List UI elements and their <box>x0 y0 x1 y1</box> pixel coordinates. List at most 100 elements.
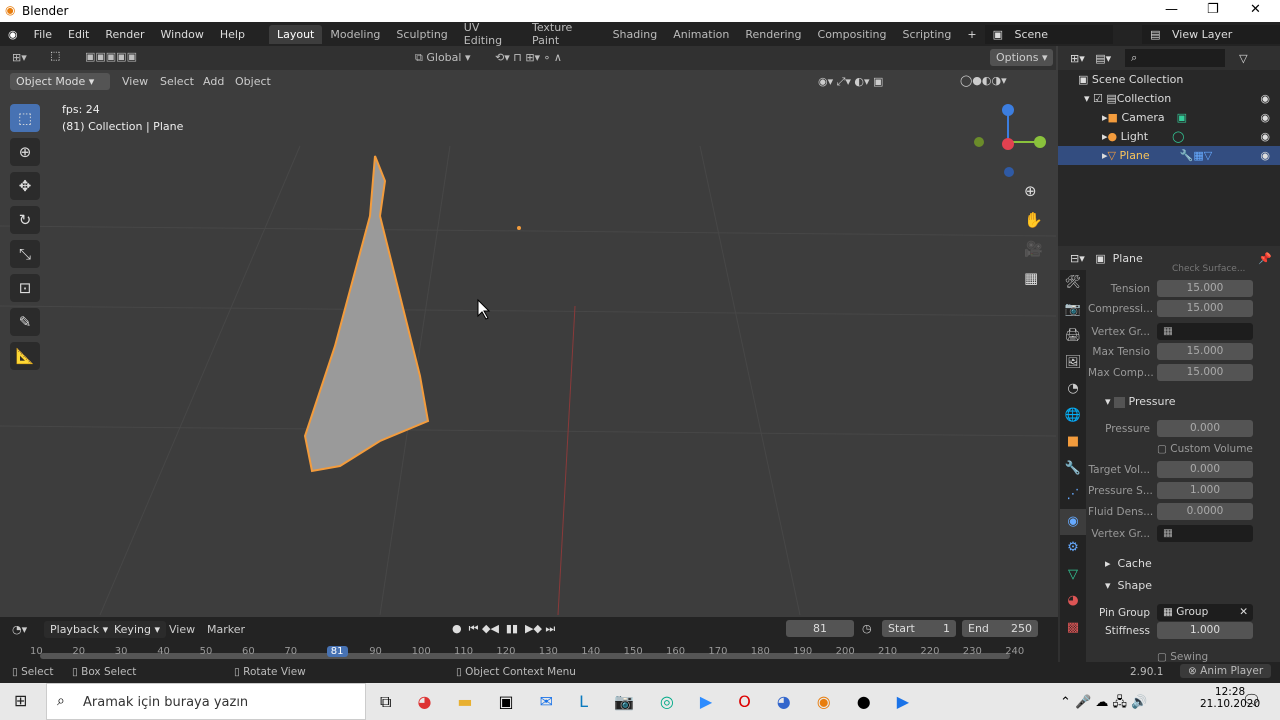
custom-volume-checkbox[interactable]: ▢ Custom Volume <box>1157 443 1253 455</box>
camera-view-icon[interactable]: 🎥 <box>1024 240 1043 258</box>
keying-menu[interactable]: Keying ▾ <box>108 621 166 638</box>
minimize-button[interactable]: — <box>1165 2 1178 17</box>
zoom-app-icon[interactable]: ▶ <box>700 692 712 712</box>
scene-selector[interactable]: ▣ Scene <box>984 24 1114 44</box>
rotate-icon[interactable]: ↻ <box>10 206 40 234</box>
pin-group-field[interactable]: ▦ Group ✕ <box>1157 604 1253 621</box>
tab-rendering[interactable]: Rendering <box>737 25 809 44</box>
view-layer-selector[interactable]: ▤ View Layer <box>1142 24 1280 44</box>
object-tab-icon[interactable]: ■ <box>1060 429 1086 456</box>
eye-icon[interactable]: ◉ <box>1260 92 1280 105</box>
tension-field[interactable]: 15.000 <box>1157 280 1253 297</box>
scale-icon[interactable]: ⤡ <box>10 240 40 268</box>
scene-tab-icon[interactable]: ◔ <box>1060 376 1086 403</box>
menu-file[interactable]: File <box>26 28 60 41</box>
pressure-checkbox[interactable] <box>1114 396 1126 408</box>
marker-menu[interactable]: Marker <box>207 623 245 636</box>
compression-field[interactable]: 15.000 <box>1157 300 1253 317</box>
blender-menu-icon[interactable]: ◉ <box>0 28 26 41</box>
clear-icon[interactable]: ✕ <box>1239 604 1253 621</box>
pan-hand-icon[interactable]: ✋ <box>1024 211 1043 229</box>
target-volume-field[interactable]: 0.000 <box>1157 461 1253 478</box>
tab-layout[interactable]: Layout <box>268 24 323 44</box>
anim-player-button[interactable]: ⊗ Anim Player <box>1180 664 1272 678</box>
navigation-gizmo[interactable] <box>970 100 1050 180</box>
outliner-item-collection[interactable]: ▾ ☑ ▤ Collection ◉ <box>1058 89 1280 108</box>
data-tab-icon[interactable]: ▽ <box>1060 562 1086 589</box>
vertex-group-field[interactable]: ▦ <box>1157 323 1253 340</box>
chrome-icon[interactable]: ◕ <box>417 692 431 712</box>
measure-icon[interactable]: 📐 <box>10 342 40 370</box>
start-frame-field[interactable]: Start 1 <box>882 620 956 637</box>
timeline-view-menu[interactable]: View <box>169 623 195 636</box>
physics-tab-icon[interactable]: ◉ <box>1060 508 1086 535</box>
menu-window[interactable]: Window <box>153 28 212 41</box>
selection-mode-icons[interactable]: ▣▣▣▣▣ <box>85 50 137 63</box>
edge-icon[interactable]: ◎ <box>660 692 674 712</box>
add-workspace-icon[interactable]: + <box>959 28 984 41</box>
pressure-field[interactable]: 0.000 <box>1157 420 1253 437</box>
pressure-vertex-group-field[interactable]: ▦ <box>1157 525 1253 542</box>
menu-help[interactable]: Help <box>212 28 253 41</box>
menu-select[interactable]: Select <box>160 75 194 88</box>
end-frame-field[interactable]: End 250 <box>962 620 1038 637</box>
pressure-scale-field[interactable]: 1.000 <box>1157 482 1253 499</box>
annotate-icon[interactable]: ✎ <box>10 308 40 336</box>
maximize-button[interactable]: ❐ <box>1207 2 1219 17</box>
app-icon[interactable]: ▶ <box>897 692 909 712</box>
options-dropdown[interactable]: Options ▾ <box>990 49 1054 66</box>
render-tab-icon[interactable]: 📷 <box>1060 297 1086 324</box>
tool-tab-icon[interactable]: 🛠 <box>1060 270 1086 297</box>
eye-icon[interactable]: ◉ <box>1260 111 1280 124</box>
particles-tab-icon[interactable]: ⋰ <box>1060 482 1086 509</box>
mail-icon[interactable]: ✉ <box>540 692 553 712</box>
close-button[interactable]: ✕ <box>1250 2 1261 17</box>
zoom-icon[interactable]: ⊕ <box>1024 182 1043 200</box>
eye-icon[interactable]: ◉ <box>1260 149 1280 162</box>
fluid-density-field[interactable]: 0.0000 <box>1157 503 1253 520</box>
opera-icon[interactable]: O <box>738 692 751 712</box>
tab-sculpting[interactable]: Sculpting <box>388 25 455 44</box>
shape-panel-header[interactable]: ▾ Shape <box>1105 579 1152 592</box>
taskbar-search[interactable]: ⌕ Aramak için buraya yazın <box>46 683 366 720</box>
pin-icon[interactable]: 📌 <box>1258 252 1280 265</box>
max-tension-field[interactable]: 15.000 <box>1157 343 1253 360</box>
file-explorer-icon[interactable]: ▬ <box>457 692 472 712</box>
menu-render[interactable]: Render <box>97 28 152 41</box>
playback-controls[interactable]: ● ⏮ ◆◀ ▮▮ ▶◆ ⏭ <box>452 622 555 636</box>
editor-type-icon[interactable]: ⊞▾ <box>12 51 27 64</box>
output-tab-icon[interactable]: 🖨 <box>1060 323 1086 350</box>
tab-shading[interactable]: Shading <box>605 25 666 44</box>
outliner-search[interactable]: ⌕ <box>1125 49 1226 67</box>
menu-edit[interactable]: Edit <box>60 28 97 41</box>
modifier-tab-icon[interactable]: 🔧 <box>1060 456 1086 483</box>
select-tool-icon[interactable]: ⬚ <box>50 49 60 62</box>
chrome-alt-icon[interactable]: ◕ <box>777 692 791 712</box>
outliner-item-camera[interactable]: ▸ ■ Camera ▣ ◉ <box>1058 108 1280 127</box>
max-compression-field[interactable]: 15.000 <box>1157 364 1253 381</box>
view-layer-tab-icon[interactable]: 🖼 <box>1060 350 1086 377</box>
constraints-tab-icon[interactable]: ⚙ <box>1060 535 1086 562</box>
material-tab-icon[interactable]: ◕ <box>1060 588 1086 615</box>
store-icon[interactable]: ▣ <box>499 692 514 712</box>
filter-icon[interactable]: ▽ <box>1239 52 1247 65</box>
tab-compositing[interactable]: Compositing <box>810 25 895 44</box>
task-view-icon[interactable]: ⧉ <box>380 692 391 712</box>
orientation-dropdown[interactable]: ⧉ Global ▾ <box>415 51 470 65</box>
mode-dropdown[interactable]: Object Mode ▾ <box>10 73 110 90</box>
menu-object[interactable]: Object <box>235 75 271 88</box>
transform-icon[interactable]: ⊡ <box>10 274 40 302</box>
menu-add[interactable]: Add <box>203 75 224 88</box>
timeline-editor-icon[interactable]: ◔▾ <box>12 623 27 636</box>
select-box-icon[interactable]: ⬚ <box>10 104 40 132</box>
scene-collection-row[interactable]: ▣ Scene Collection <box>1058 70 1280 89</box>
notification-icon[interactable]: 🗨 <box>1242 691 1261 709</box>
playback-menu[interactable]: Playback ▾ <box>44 621 115 638</box>
camera-icon[interactable]: 📷 <box>614 692 634 712</box>
pivot-snap-icons[interactable]: ⟲▾ ⊓ ⊞▾ ∘ ∧ <box>495 51 562 64</box>
tab-animation[interactable]: Animation <box>665 25 737 44</box>
current-frame-marker[interactable]: 81 <box>326 646 348 657</box>
stiffness-field[interactable]: 1.000 <box>1157 622 1253 639</box>
l-app-icon[interactable]: L <box>579 692 588 712</box>
world-tab-icon[interactable]: 🌐 <box>1060 403 1086 430</box>
